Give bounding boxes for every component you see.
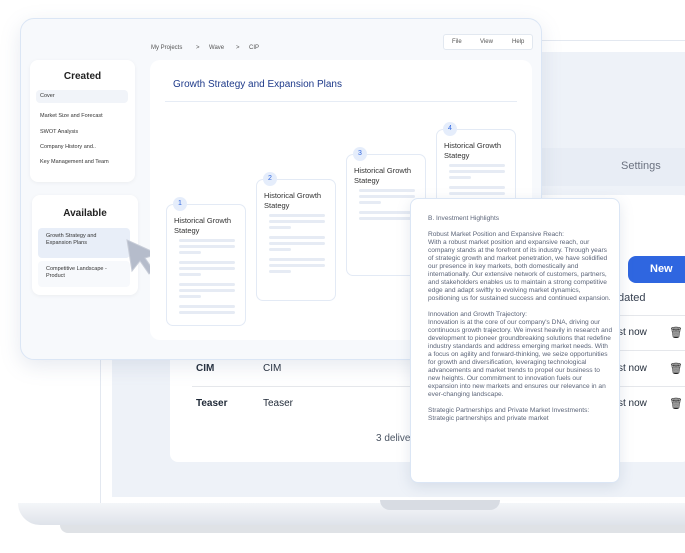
created-panel: Created Cover Market Size and Forecast S… [30, 60, 135, 182]
popup-paragraph: Strategic Partnerships and Private Marke… [428, 407, 590, 422]
step-number: 4 [443, 122, 457, 136]
step-card[interactable]: 2 Historical Growth Stategy [256, 172, 336, 301]
row-type: CIM [263, 363, 282, 374]
menu-bar: File View Help [443, 34, 533, 50]
row-name[interactable]: Teaser [196, 398, 228, 409]
available-title: Available [63, 208, 107, 219]
row-time: st now [618, 363, 647, 374]
new-button[interactable]: New [628, 256, 685, 283]
deliverables-count: 3 delive [376, 433, 411, 444]
laptop-shadow [60, 525, 685, 533]
trash-icon[interactable]: 🗑 [669, 362, 683, 375]
available-item-competitive[interactable]: Competitive Landscape - Product [38, 261, 130, 287]
menu-help[interactable]: Help [512, 39, 524, 45]
breadcrumb-item[interactable]: Wave [209, 45, 224, 51]
chevron-right-icon: > [196, 45, 200, 51]
created-title: Created [63, 71, 102, 82]
created-item[interactable]: Key Management and Team [36, 156, 128, 169]
step-number: 2 [263, 172, 277, 186]
row-time: st now [618, 327, 647, 338]
available-item-growth[interactable]: Growth Strategy and Expansion Plans [38, 228, 130, 258]
menu-file[interactable]: File [452, 39, 462, 45]
row-type: Teaser [263, 398, 294, 409]
created-item[interactable]: Company History and.. [36, 141, 128, 154]
breadcrumb-item[interactable]: CIP [249, 45, 259, 51]
breadcrumb-item[interactable]: My Projects [151, 45, 182, 51]
step-title: Historical Growth Stategy [174, 216, 232, 235]
investment-highlights-popup: B. Investment Highlights Robust Market P… [410, 198, 620, 483]
menu-view[interactable]: View [480, 39, 493, 45]
divider [165, 101, 517, 102]
page-title: Growth Strategy and Expansion Plans [173, 79, 342, 90]
row-name[interactable]: CIM [196, 363, 214, 374]
step-title: Historical Growth Stategy [264, 191, 322, 210]
step-title: Historical Growth Stategy [444, 141, 502, 160]
popup-paragraph: Innovation and Growth Trajectory: Innova… [428, 311, 613, 398]
trash-icon[interactable]: 🗑 [669, 326, 683, 339]
created-item[interactable]: Market Size and Forecast [36, 110, 128, 123]
created-item[interactable]: SWOT Analysis [36, 126, 128, 139]
step-number: 3 [353, 147, 367, 161]
step-title: Historical Growth Stategy [354, 166, 412, 185]
step-number: 1 [173, 197, 187, 211]
popup-paragraph: Robust Market Position and Expansive Rea… [428, 231, 611, 302]
chevron-right-icon: > [236, 45, 240, 51]
laptop-notch [380, 500, 500, 510]
row-time: st now [618, 398, 647, 409]
created-item-cover[interactable]: Cover [36, 90, 128, 103]
trash-icon[interactable]: 🗑 [669, 397, 683, 410]
popup-heading: B. Investment Highlights [428, 215, 500, 222]
laptop-base [18, 503, 685, 525]
tab-settings[interactable]: Settings [621, 160, 661, 172]
available-panel: Available Growth Strategy and Expansion … [32, 195, 138, 295]
column-header-updated: dated [618, 292, 646, 304]
step-card[interactable]: 1 Historical Growth Stategy [166, 197, 246, 326]
